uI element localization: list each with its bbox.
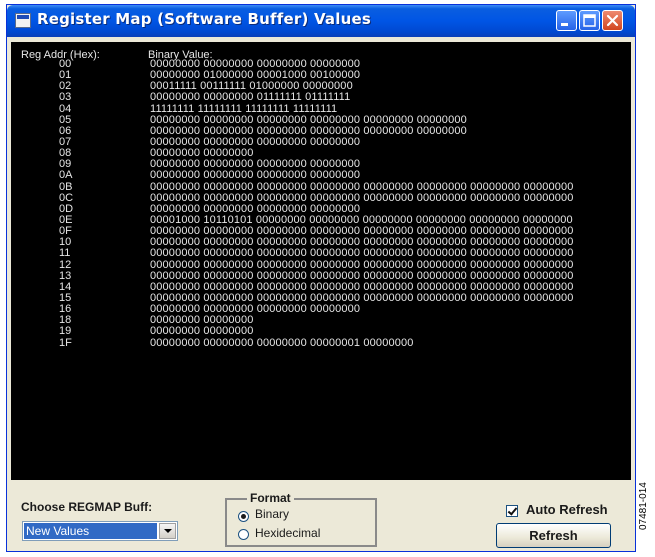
- register-addr: 1F: [59, 336, 72, 349]
- choose-buffer-label: Choose REGMAP Buff:: [21, 500, 153, 514]
- format-legend: Format: [247, 491, 294, 505]
- register-row: 18 00000000 00000000: [11, 315, 631, 326]
- register-addr: 12: [59, 258, 72, 271]
- app-window-icon: [15, 13, 31, 28]
- buffer-select[interactable]: New Values: [22, 521, 178, 541]
- register-rows: 00 00000000 00000000 00000000 00000000 01 0…: [11, 59, 631, 349]
- register-addr: 0B: [59, 180, 73, 193]
- register-value: 00000000 00000000 00000000 00000000 0000…: [150, 247, 574, 260]
- title-bar[interactable]: Register Map (Software Buffer) Values: [7, 5, 635, 37]
- refresh-button[interactable]: Refresh: [496, 523, 611, 548]
- chevron-down-icon[interactable]: [159, 523, 176, 539]
- register-row: 16 00000000 00000000 00000000 00000000: [11, 304, 631, 315]
- figure-id: 07481-014: [638, 482, 649, 530]
- close-icon: [606, 14, 619, 27]
- format-binary-label[interactable]: Binary: [255, 507, 289, 521]
- register-values-display[interactable]: Reg Addr (Hex): Binary Value: 00 00000000…: [11, 42, 631, 480]
- window-title: Register Map (Software Buffer) Values: [37, 10, 371, 28]
- register-addr: 03: [59, 91, 72, 104]
- register-row: 11 00000000 00000000 00000000 00000000 00…: [11, 248, 631, 259]
- register-value: 00000000 00000000 00000000 00000000 0000…: [150, 258, 574, 271]
- register-row: 19 00000000 00000000: [11, 326, 631, 337]
- buffer-select-value: New Values: [24, 523, 157, 539]
- minimize-button[interactable]: [556, 10, 577, 31]
- register-row: 07 00000000 00000000 00000000 00000000: [11, 136, 631, 148]
- register-value: 11111111 11111111 11111111 11111111: [150, 102, 338, 115]
- register-row: 1F 00000000 00000000 00000000 00000001 00…: [11, 336, 631, 349]
- control-panel: Choose REGMAP Buff: New Values Format Bi…: [7, 483, 635, 551]
- register-value: 00000000 00000000 01111111 01111111: [150, 91, 351, 104]
- register-addr: 0A: [59, 169, 73, 182]
- maximize-button[interactable]: [579, 10, 600, 31]
- register-value: 00000000 00000000 00000000 00000000 0000…: [150, 180, 574, 193]
- auto-refresh-checkbox[interactable]: [506, 505, 518, 517]
- auto-refresh-label[interactable]: Auto Refresh: [526, 502, 608, 517]
- format-hex-radio[interactable]: [238, 529, 249, 540]
- minimize-icon: [561, 23, 568, 26]
- register-addr: 19: [59, 325, 72, 338]
- register-row: 03 00000000 00000000 01111111 01111111: [11, 92, 631, 103]
- register-value: 00000000 00000000 00000000 00000000: [150, 169, 361, 182]
- register-row: 12 00000000 00000000 00000000 00000000 00…: [11, 258, 631, 271]
- register-value: 00000000 00000000: [150, 325, 254, 338]
- close-button[interactable]: [602, 10, 623, 31]
- register-addr: 04: [59, 102, 72, 115]
- format-hex-label[interactable]: Hexidecimal: [255, 526, 320, 540]
- register-map-window: Register Map (Software Buffer) Values Re…: [6, 4, 636, 552]
- format-binary-radio[interactable]: [238, 511, 249, 522]
- register-value: 00000000 00000000 00000000 00000001 0000…: [150, 336, 414, 349]
- register-addr: 11: [59, 247, 71, 260]
- maximize-icon: [583, 14, 596, 27]
- register-row: 0A 00000000 00000000 00000000 00000000: [11, 170, 631, 181]
